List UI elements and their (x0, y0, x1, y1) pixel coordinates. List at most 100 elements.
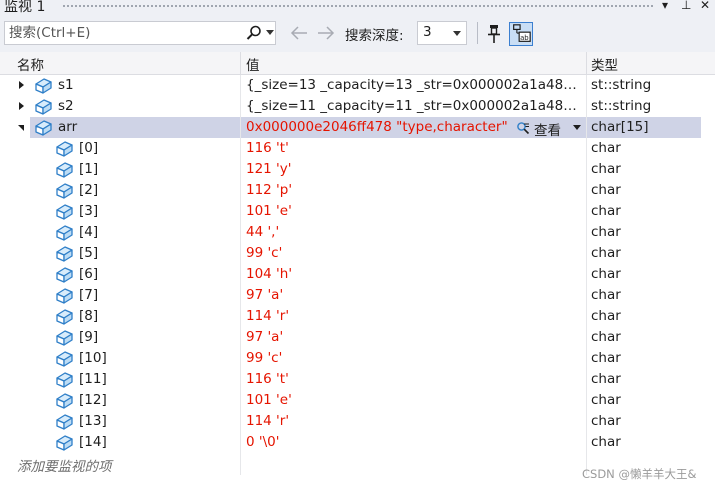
toolbar-separator (477, 22, 478, 44)
watch-item-value[interactable]: 116 't' (246, 140, 584, 156)
watch-item-type: char (591, 266, 621, 282)
watch-row-11[interactable]: [11] 116 't' char (0, 369, 715, 390)
watch-row-0[interactable]: [0] 116 't' char (0, 138, 715, 159)
search-options-chevron-down-icon[interactable] (266, 30, 274, 35)
watch-item-value[interactable]: 114 'r' (246, 308, 584, 324)
grid-line (240, 243, 241, 264)
watch-item-name[interactable]: [7] (79, 287, 98, 303)
object-cube-icon (56, 330, 73, 346)
watch-item-value[interactable]: 101 'e' (246, 203, 584, 219)
object-cube-icon (35, 99, 52, 115)
watch-item-name[interactable]: [12] (79, 392, 107, 408)
watch-item-name[interactable]: [4] (79, 224, 98, 240)
watch-item-name[interactable]: [8] (79, 308, 98, 324)
title-grip[interactable] (62, 4, 655, 9)
close-icon[interactable]: ✕ (700, 0, 710, 12)
watch-item-name[interactable]: [2] (79, 182, 98, 198)
object-cube-icon (56, 372, 73, 388)
watch-item-name[interactable]: [6] (79, 266, 98, 282)
watch-row-8[interactable]: [8] 114 'r' char (0, 306, 715, 327)
watch-item-value[interactable]: 101 'e' (246, 392, 584, 408)
watch-row-4[interactable]: [4] 44 ',' char (0, 222, 715, 243)
watch-row-13[interactable]: [13] 114 'r' char (0, 411, 715, 432)
column-header-name[interactable]: 名称 (17, 54, 44, 74)
search-next-arrow-right-icon[interactable] (315, 23, 337, 43)
grid-line (240, 348, 241, 369)
object-cube-icon (56, 162, 73, 178)
grid-line (240, 96, 241, 117)
search-previous-arrow-left-icon[interactable] (288, 23, 310, 43)
watch-item-value[interactable]: 0x000000e2046ff478 "type,character" (246, 119, 512, 135)
watch-item-value[interactable]: 104 'h' (246, 266, 584, 282)
grid-line (586, 201, 587, 222)
text-visualizer-button[interactable]: 查看 (516, 118, 586, 139)
column-resize-handle[interactable] (586, 52, 587, 74)
watch-row-5[interactable]: [5] 99 'c' char (0, 243, 715, 264)
watch-item-name[interactable]: s2 (58, 98, 74, 114)
watch-row-10[interactable]: [10] 99 'c' char (0, 348, 715, 369)
watch-item-value[interactable]: 121 'y' (246, 161, 584, 177)
watch-row-12[interactable]: [12] 101 'e' char (0, 390, 715, 411)
search-input[interactable] (5, 22, 241, 44)
grid-line (586, 348, 587, 369)
watch-item-value[interactable]: 97 'a' (246, 329, 584, 345)
watch-item-value[interactable]: 99 'c' (246, 245, 584, 261)
watch-item-value[interactable]: {_size=13 _capacity=13 _str=0x000002a1a4… (246, 77, 584, 93)
watch-item-type: st::string (591, 98, 652, 114)
watch-item-value[interactable]: {_size=11 _capacity=11 _str=0x000002a1a4… (246, 98, 584, 114)
object-cube-icon (35, 78, 52, 94)
watch-row-2[interactable]: [2] 112 'p' char (0, 180, 715, 201)
watch-item-name[interactable]: [3] (79, 203, 98, 219)
watch-item-name[interactable]: [9] (79, 329, 98, 345)
expand-arrow-icon[interactable] (19, 102, 24, 110)
view-as-text-toggle-button[interactable]: ab (509, 22, 533, 46)
watch-row-6[interactable]: [6] 104 'h' char (0, 264, 715, 285)
search-depth-value: 3 (423, 24, 432, 40)
watch-item-value[interactable]: 116 't' (246, 371, 584, 387)
watch-item-value[interactable]: 112 'p' (246, 182, 584, 198)
pin-icon[interactable]: ⊥ (681, 0, 691, 12)
watch-item-value[interactable]: 97 'a' (246, 287, 584, 303)
grid-line (240, 138, 241, 159)
watch-row-9[interactable]: [9] 97 'a' char (0, 327, 715, 348)
watch-item-value[interactable]: 0 '\0' (246, 434, 584, 450)
grid-line (240, 390, 241, 411)
watch-item-name[interactable]: [5] (79, 245, 98, 261)
watch-item-value[interactable]: 44 ',' (246, 224, 584, 240)
column-header-value[interactable]: 值 (246, 54, 260, 74)
column-resize-handle[interactable] (240, 52, 241, 74)
watch-item-name[interactable]: arr (58, 119, 77, 135)
watch-item-name[interactable]: s1 (58, 77, 74, 93)
watch-item-name[interactable]: [10] (79, 350, 107, 366)
column-header-type[interactable]: 类型 (591, 54, 618, 74)
watch-row-14[interactable]: [14] 0 '\0' char (0, 432, 715, 453)
grid-line (240, 222, 241, 243)
search-depth-select[interactable]: 3 (417, 21, 467, 45)
search-icon[interactable] (245, 24, 263, 42)
watch-item-name[interactable]: [0] (79, 140, 98, 156)
add-watch-placeholder[interactable]: 添加要监视的项 (17, 455, 112, 475)
watch-item-name[interactable]: [13] (79, 413, 107, 429)
watch-item-type: char (591, 434, 621, 450)
grid-line (240, 264, 241, 285)
collapse-arrow-icon[interactable] (18, 125, 24, 131)
watch-item-name[interactable]: [1] (79, 161, 98, 177)
grid-line (586, 117, 587, 138)
watch-item-value[interactable]: 114 'r' (246, 413, 584, 429)
watch-row-7[interactable]: [7] 97 'a' char (0, 285, 715, 306)
watch-item-value[interactable]: 99 'c' (246, 350, 584, 366)
watch-item-name[interactable]: [11] (79, 371, 107, 387)
expand-arrow-icon[interactable] (19, 81, 24, 89)
pin-source-button[interactable] (482, 22, 506, 46)
grid-line (240, 75, 241, 96)
chevron-down-icon[interactable] (573, 125, 581, 130)
grid-line (240, 327, 241, 348)
watch-row-1[interactable]: [1] 121 'y' char (0, 159, 715, 180)
watch-item-name[interactable]: [14] (79, 434, 107, 450)
watch-row-3[interactable]: [3] 101 'e' char (0, 201, 715, 222)
watch-row-s1[interactable]: s1 {_size=13 _capacity=13 _str=0x000002a1… (0, 75, 715, 96)
object-cube-icon (56, 351, 73, 367)
watch-row-s2[interactable]: s2 {_size=11 _capacity=11 _str=0x000002a1… (0, 96, 715, 117)
dropdown-icon[interactable]: ▾ (662, 0, 668, 12)
watch-row-arr[interactable]: arr 0x000000e2046ff478 "type,character" 查看… (0, 117, 715, 139)
